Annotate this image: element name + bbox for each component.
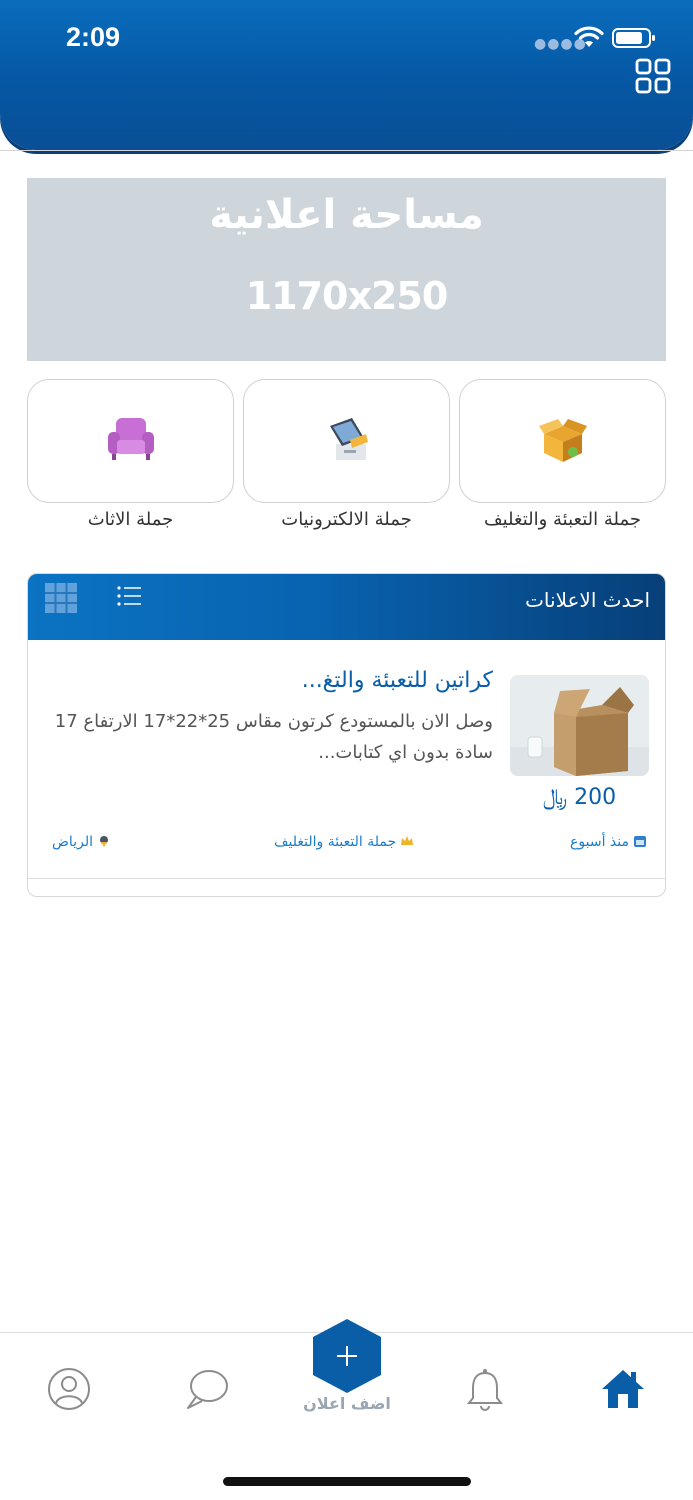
latest-ads-title: احدث الاعلانات (525, 588, 650, 612)
user-icon[interactable] (46, 1366, 92, 1412)
wifi-icon (574, 26, 604, 47)
ad-meta-city[interactable]: الرياض (52, 834, 111, 850)
latest-ads-divider (28, 878, 665, 879)
add-ad-label[interactable]: اضف اعلان (297, 1394, 397, 1413)
header-divider (0, 150, 693, 151)
latest-ads-header: احدث الاعلانات (28, 574, 665, 640)
box-icon (539, 419, 587, 462)
location-icon (97, 834, 111, 848)
cardboard-box-photo[interactable] (510, 675, 649, 776)
grid-menu-icon[interactable] (635, 58, 671, 94)
category-label-furniture[interactable]: جملة الاثاث (27, 509, 234, 530)
home-icon[interactable] (600, 1366, 646, 1412)
calendar-icon (633, 834, 647, 848)
category-label-packaging[interactable]: جملة التعبئة والتغليف (459, 509, 666, 530)
ad-meta-time: منذ أسبوع (570, 834, 647, 850)
category-card-packaging[interactable] (459, 379, 666, 503)
battery-icon (612, 28, 655, 48)
ad-banner[interactable]: مساحة اعلانية 1170x250 (27, 178, 666, 361)
ad-banner-title: مساحة اعلانية (209, 192, 484, 238)
armchair-icon (108, 418, 154, 460)
category-card-furniture[interactable] (27, 379, 234, 503)
crown-icon (400, 834, 414, 848)
ad-title-link[interactable]: كراتين للتعبئة والتغ... (53, 668, 493, 693)
ad-price: 200 ﷼ (542, 785, 617, 810)
latest-ads-section: احدث الاعلانات 200 ﷼ كراتين للتعبئة والت… (27, 573, 666, 897)
chat-bubble-icon[interactable] (184, 1366, 230, 1412)
list-view-icon[interactable] (116, 584, 142, 608)
ad-description: وصل الان بالمستودع كرتون مقاس 25*22*17 ا… (54, 711, 493, 763)
home-indicator[interactable] (223, 1477, 471, 1486)
ad-category-text: جملة التعبئة والتغليف (274, 834, 397, 850)
grid-view-icon[interactable] (44, 582, 78, 614)
ad-city-text: الرياض (52, 834, 93, 850)
ad-meta-category[interactable]: جملة التعبئة والتغليف (274, 834, 414, 850)
ad-time-text: منذ أسبوع (570, 834, 629, 850)
bell-icon[interactable] (462, 1366, 508, 1412)
plus-hexagon-icon[interactable] (312, 1318, 382, 1394)
status-time: 2:09 (66, 22, 121, 52)
category-label-electronics[interactable]: جملة الالكترونيات (243, 509, 450, 530)
app-header: 2:09 ●●●● (0, 0, 693, 150)
category-card-electronics[interactable] (243, 379, 450, 503)
ad-banner-size: 1170x250 (245, 274, 449, 318)
electronics-icon (330, 418, 368, 460)
